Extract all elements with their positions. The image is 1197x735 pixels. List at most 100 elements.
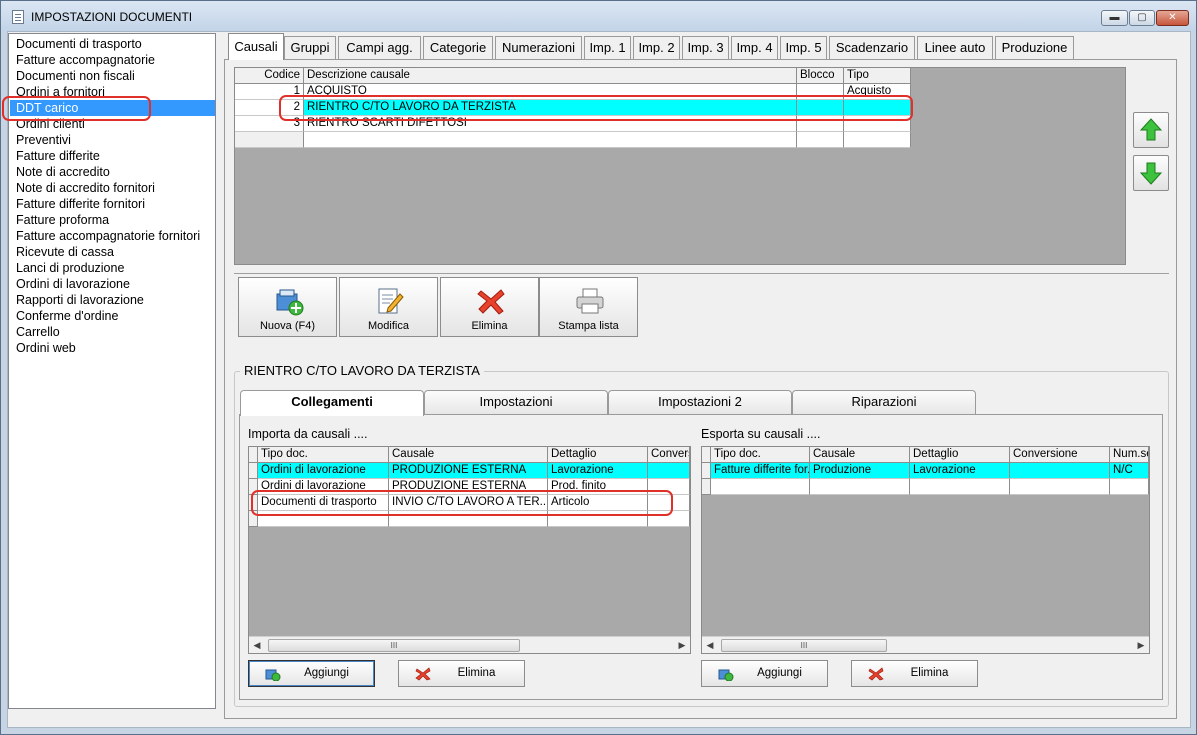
move-down-button[interactable]	[1133, 155, 1169, 191]
list-item[interactable]: Conferme d'ordine	[10, 308, 215, 324]
list-item[interactable]: Ordini a fornitori	[10, 84, 215, 100]
list-item[interactable]: Fatture differite fornitori	[10, 196, 215, 212]
cell-tipo[interactable]: Acquisto	[844, 84, 911, 100]
cell-empty[interactable]	[810, 479, 910, 495]
scroll-thumb[interactable]: III	[268, 639, 520, 652]
cell-tipo[interactable]	[844, 100, 911, 116]
cell-tipo-doc[interactable]: Ordini di lavorazione	[258, 463, 389, 479]
tab-impostazioni-2[interactable]: Impostazioni 2	[608, 390, 792, 414]
importa-horizontal-scrollbar[interactable]: ◀ III ▶	[249, 636, 690, 653]
cell-empty[interactable]	[711, 479, 810, 495]
list-item[interactable]: Fatture proforma	[10, 212, 215, 228]
list-item[interactable]: Ordini clienti	[10, 116, 215, 132]
cell-empty[interactable]	[235, 132, 304, 148]
close-button[interactable]: ✕	[1156, 10, 1189, 26]
list-item[interactable]: Lanci di produzione	[10, 260, 215, 276]
scroll-right-icon[interactable]: ▶	[674, 637, 690, 654]
cell-empty[interactable]	[304, 132, 797, 148]
scroll-left-icon[interactable]: ◀	[702, 637, 718, 654]
esporta-horizontal-scrollbar[interactable]: ◀ III ▶	[702, 636, 1149, 653]
tab-gruppi[interactable]: Gruppi	[284, 36, 336, 59]
cell-empty[interactable]	[797, 132, 844, 148]
col-header-conversione[interactable]: Convers	[648, 447, 690, 463]
tab-causali[interactable]: Causali	[228, 33, 284, 60]
document-type-list[interactable]: Documenti di trasporto Fatture accompagn…	[8, 33, 216, 709]
tab-numerazioni[interactable]: Numerazioni	[495, 36, 582, 59]
cell-conversione[interactable]	[648, 479, 690, 495]
cell-dettaglio[interactable]: Lavorazione	[910, 463, 1010, 479]
title-bar[interactable]: IMPOSTAZIONI DOCUMENTI ▬ ▢ ✕	[1, 1, 1196, 31]
cell-conversione[interactable]	[1010, 463, 1110, 479]
tab-campi-agg[interactable]: Campi agg.	[338, 36, 421, 59]
cell-dettaglio[interactable]: Prod. finito	[548, 479, 648, 495]
minimize-button[interactable]: ▬	[1101, 10, 1128, 26]
modifica-button[interactable]: Modifica	[339, 277, 438, 337]
tab-produzione[interactable]: Produzione	[995, 36, 1074, 59]
tab-riparazioni[interactable]: Riparazioni	[792, 390, 976, 414]
scroll-right-icon[interactable]: ▶	[1133, 637, 1149, 654]
list-item[interactable]: Fatture accompagnatorie	[10, 52, 215, 68]
col-header-causale[interactable]: Causale	[810, 447, 910, 463]
stampa-lista-button[interactable]: Stampa lista	[539, 277, 638, 337]
maximize-button[interactable]: ▢	[1129, 10, 1155, 26]
cell-tipo-doc[interactable]: Fatture differite for...	[711, 463, 810, 479]
col-header-conversione[interactable]: Conversione	[1010, 447, 1110, 463]
cell-num[interactable]: N/C	[1110, 463, 1149, 479]
cell-causale[interactable]: INVIO C/TO LAVORO A TER...	[389, 495, 548, 511]
cell-tipo-doc[interactable]: Ordini di lavorazione	[258, 479, 389, 495]
cell-codice[interactable]: 3	[235, 116, 304, 132]
esporta-aggiungi-button[interactable]: Aggiungi	[701, 660, 828, 687]
cell-empty[interactable]	[1010, 479, 1110, 495]
col-header-num[interactable]: Num.se	[1110, 447, 1149, 463]
importa-aggiungi-button[interactable]: Aggiungi	[248, 660, 375, 687]
cell-empty[interactable]	[1110, 479, 1149, 495]
list-item[interactable]: Rapporti di lavorazione	[10, 292, 215, 308]
cell-conversione[interactable]	[648, 495, 690, 511]
tab-collegamenti[interactable]: Collegamenti	[240, 390, 424, 416]
scroll-thumb[interactable]: III	[721, 639, 887, 652]
col-header-tipo-doc[interactable]: Tipo doc.	[711, 447, 810, 463]
tab-imp-5[interactable]: Imp. 5	[780, 36, 827, 59]
list-item[interactable]: Fatture accompagnatorie fornitori	[10, 228, 215, 244]
cell-codice[interactable]: 2	[235, 100, 304, 116]
cell-conversione[interactable]	[648, 463, 690, 479]
tab-imp-3[interactable]: Imp. 3	[682, 36, 729, 59]
list-item[interactable]: Note di accredito	[10, 164, 215, 180]
list-item[interactable]: Note di accredito fornitori	[10, 180, 215, 196]
col-header-descrizione[interactable]: Descrizione causale	[304, 68, 797, 84]
tab-imp-1[interactable]: Imp. 1	[584, 36, 631, 59]
cell-causale[interactable]: Produzione	[810, 463, 910, 479]
col-header-blocco[interactable]: Blocco	[797, 68, 844, 84]
tab-imp-4[interactable]: Imp. 4	[731, 36, 778, 59]
tab-categorie[interactable]: Categorie	[423, 36, 493, 59]
list-item-selected[interactable]: DDT carico	[10, 100, 215, 116]
col-header-codice[interactable]: Codice	[235, 68, 304, 84]
list-item[interactable]: Documenti non fiscali	[10, 68, 215, 84]
list-item[interactable]: Documenti di trasporto	[10, 36, 215, 52]
tab-impostazioni[interactable]: Impostazioni	[424, 390, 608, 414]
cell-causale[interactable]: PRODUZIONE ESTERNA	[389, 479, 548, 495]
cell-empty[interactable]	[258, 511, 389, 527]
cell-codice[interactable]: 1	[235, 84, 304, 100]
list-item[interactable]: Ordini web	[10, 340, 215, 356]
cell-descrizione-selected[interactable]: RIENTRO C/TO LAVORO DA TERZISTA	[304, 100, 797, 116]
importa-elimina-button[interactable]: Elimina	[398, 660, 525, 687]
tab-scadenzario[interactable]: Scadenzario	[829, 36, 915, 59]
cell-empty[interactable]	[844, 132, 911, 148]
cell-descrizione[interactable]: RIENTRO SCARTI DIFETTOSI	[304, 116, 797, 132]
cell-empty[interactable]	[648, 511, 690, 527]
tab-imp-2[interactable]: Imp. 2	[633, 36, 680, 59]
list-item[interactable]: Ricevute di cassa	[10, 244, 215, 260]
cell-empty[interactable]	[910, 479, 1010, 495]
list-item[interactable]: Ordini di lavorazione	[10, 276, 215, 292]
cell-dettaglio[interactable]: Lavorazione	[548, 463, 648, 479]
elimina-button[interactable]: Elimina	[440, 277, 539, 337]
list-item[interactable]: Carrello	[10, 324, 215, 340]
cell-tipo-doc[interactable]: Documenti di trasporto	[258, 495, 389, 511]
tab-linee-auto[interactable]: Linee auto	[917, 36, 993, 59]
cell-blocco[interactable]	[797, 84, 844, 100]
cell-empty[interactable]	[548, 511, 648, 527]
col-header-tipo[interactable]: Tipo	[844, 68, 911, 84]
col-header-dettaglio[interactable]: Dettaglio	[910, 447, 1010, 463]
scroll-left-icon[interactable]: ◀	[249, 637, 265, 654]
